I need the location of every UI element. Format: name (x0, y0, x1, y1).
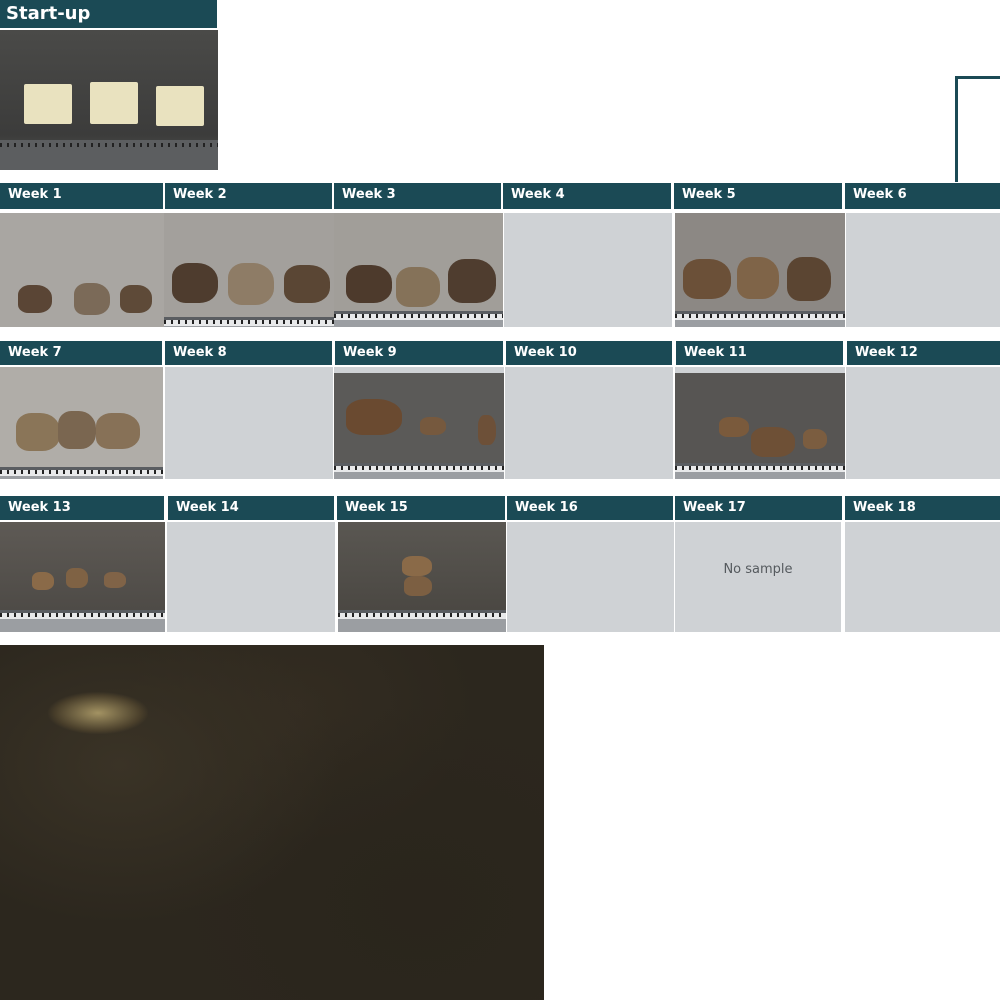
week-header: Week 15 (337, 496, 505, 520)
week-header: Week 10 (506, 341, 672, 365)
week-9-frame (334, 367, 504, 479)
week-14-panel (167, 522, 335, 632)
sample-fragment (737, 257, 779, 299)
week-12-panel (846, 367, 1000, 479)
week-6-panel (846, 213, 1000, 327)
week-15-photo (338, 522, 506, 632)
ruler (0, 467, 163, 479)
sample-fragment (420, 417, 446, 435)
sample-fragment (751, 427, 795, 457)
week-4-panel (504, 213, 672, 327)
week-header: Week 17 (675, 496, 842, 520)
week-header: Week 12 (847, 341, 1000, 365)
week-header: Week 9 (335, 341, 503, 365)
week-3-photo (334, 213, 503, 327)
sample-fragment (719, 417, 749, 437)
week-9-photo (334, 373, 504, 479)
week-17-panel: No sample (675, 522, 841, 632)
sample-fragment (404, 576, 432, 596)
week-header: Week 6 (845, 183, 1000, 209)
sample-square (90, 82, 138, 124)
ruler (675, 311, 845, 327)
week-header: Week 3 (334, 183, 501, 209)
startup-header: Start-up (0, 0, 217, 28)
ruler (0, 140, 218, 170)
week-16-panel (507, 522, 674, 632)
sample-fragment (120, 285, 152, 313)
sample-fragment (448, 259, 496, 303)
sample-fragment (74, 283, 110, 315)
sample-fragment (16, 413, 60, 451)
sample-square (24, 84, 72, 124)
week-header: Week 2 (165, 183, 332, 209)
week-7-photo (0, 367, 163, 479)
ruler (0, 610, 165, 632)
week-10-panel (505, 367, 673, 479)
week-header: Week 7 (0, 341, 162, 365)
sample-fragment (683, 259, 731, 299)
week-header: Week 4 (503, 183, 671, 209)
no-sample-label: No sample (723, 562, 793, 577)
startup-photo (0, 30, 218, 170)
week-18-panel (845, 522, 1000, 632)
sample-fragment (402, 556, 432, 576)
ruler (338, 610, 506, 632)
ruler (334, 463, 504, 479)
sample-fragment (58, 411, 96, 449)
week-11-photo (675, 373, 845, 479)
week-header: Week 14 (168, 496, 334, 520)
week-13-photo (0, 522, 165, 632)
week-1-photo (0, 213, 164, 327)
week-header: Week 13 (0, 496, 164, 520)
week-11-frame (675, 367, 845, 479)
soil-fragment (48, 692, 148, 734)
week-5-photo (675, 213, 845, 327)
sample-fragment (18, 285, 52, 313)
sample-fragment (284, 265, 330, 303)
sample-fragment (478, 415, 496, 445)
ruler (334, 311, 503, 327)
sample-fragment (104, 572, 126, 588)
sample-fragment (803, 429, 827, 449)
week-header: Week 8 (165, 341, 332, 365)
sample-fragment (32, 572, 54, 590)
sample-square (156, 86, 204, 126)
week-8-panel (165, 367, 333, 479)
week-header: Week 16 (507, 496, 673, 520)
week-header: Week 18 (845, 496, 1000, 520)
ruler (675, 463, 845, 479)
bracket-line (955, 76, 1000, 182)
sample-fragment (346, 399, 402, 435)
sample-fragment (346, 265, 392, 303)
week-header: Week 11 (676, 341, 843, 365)
sample-fragment (66, 568, 88, 588)
ruler (164, 317, 334, 327)
sample-fragment (96, 413, 140, 449)
sample-fragment (396, 267, 440, 307)
sample-fragment (172, 263, 218, 303)
sample-fragment (787, 257, 831, 301)
week-header: Week 5 (674, 183, 842, 209)
sample-fragment (228, 263, 274, 305)
week-2-photo (164, 213, 334, 327)
week-header: Week 1 (0, 183, 163, 209)
